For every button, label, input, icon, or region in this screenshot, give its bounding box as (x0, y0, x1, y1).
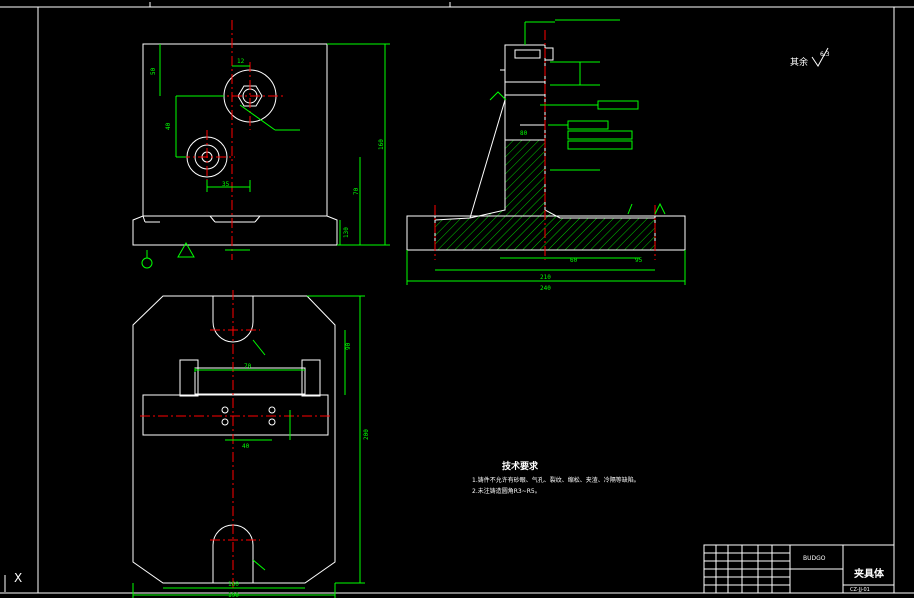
top-view: 90 200 160 190 70 40 (132, 290, 370, 598)
tech-req-item-1: 1.铸件不允许有砂眼、气孔、裂纹、缩松、夹渣、冷隔等缺陷。 (472, 476, 640, 484)
drawing-number: CZ-JJ-01 (850, 587, 870, 593)
dim-d2: 50 (150, 67, 157, 75)
dim-c1: 40 (242, 443, 250, 450)
dim-w4: 80 (520, 130, 528, 137)
ucs-icon: X (4, 571, 22, 592)
dim-b1: 160 (228, 581, 239, 588)
dim-w6: 95 (635, 257, 643, 264)
title-block: BUDGO 夹具体 CZ-JJ-01 (703, 544, 895, 594)
dim-d6: 70 (353, 187, 360, 195)
front-view: 12 40 50 35 160 70 130 (132, 20, 390, 269)
front-dimensions (159, 43, 390, 251)
roughness-label: 其余 (790, 56, 808, 68)
side-section-view: 210 240 60 95 80 (406, 19, 686, 292)
roughness-value: 6.3 (820, 51, 830, 58)
dim-b2: 190 (228, 592, 239, 598)
dim-d5: 130 (343, 227, 350, 238)
dim-d3: 12 (237, 58, 245, 65)
title-code: BUDGO (803, 555, 826, 562)
ucs-axis-label: X (14, 571, 22, 585)
tech-requirements: 技术要求 1.铸件不允许有砂眼、气孔、裂纹、缩松、夹渣、冷隔等缺陷。 2.未注铸… (472, 460, 640, 495)
drawing-frame (0, 2, 914, 594)
tech-req-heading: 技术要求 (502, 460, 539, 472)
dim-h2: 200 (363, 429, 370, 440)
dim-w5: 60 (570, 257, 578, 264)
dim-h1: 90 (345, 342, 352, 350)
dim-w2: 210 (540, 274, 551, 281)
dim-d7: 35 (222, 181, 230, 188)
tech-req-item-2: 2.未注铸造圆角R3~R5。 (472, 487, 541, 495)
cad-drawing-canvas: 12 40 50 35 160 70 130 210 240 60 95 80 … (0, 2, 914, 598)
datum-symbol (141, 241, 195, 269)
dim-d4: 160 (378, 139, 385, 150)
dim-c2: 70 (244, 363, 252, 370)
roughness-note: 其余 6.3 (790, 47, 830, 68)
part-name: 夹具体 (854, 567, 885, 580)
dim-d1: 40 (165, 122, 172, 130)
dim-w1: 240 (540, 285, 551, 292)
